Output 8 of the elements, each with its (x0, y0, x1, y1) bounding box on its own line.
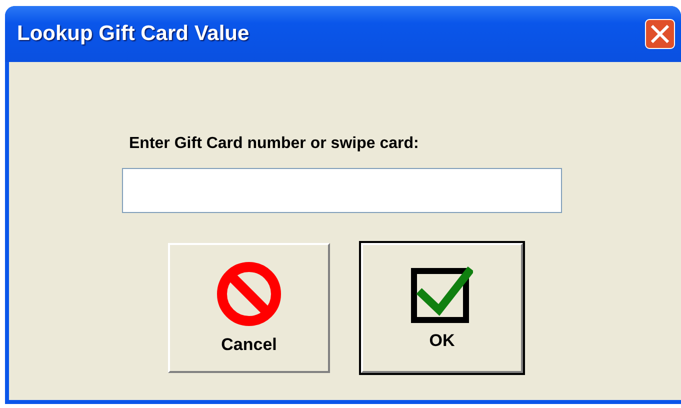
checkbox-tick-icon (411, 265, 473, 323)
close-icon[interactable] (645, 19, 675, 49)
ok-button[interactable]: OK (361, 243, 523, 373)
cancel-button[interactable]: Cancel (168, 243, 330, 373)
window-title: Lookup Gift Card Value (17, 22, 250, 46)
prohibition-icon (216, 261, 282, 327)
prompt-label: Enter Gift Card number or swipe card: (129, 135, 419, 153)
card-number-field[interactable] (122, 168, 562, 213)
